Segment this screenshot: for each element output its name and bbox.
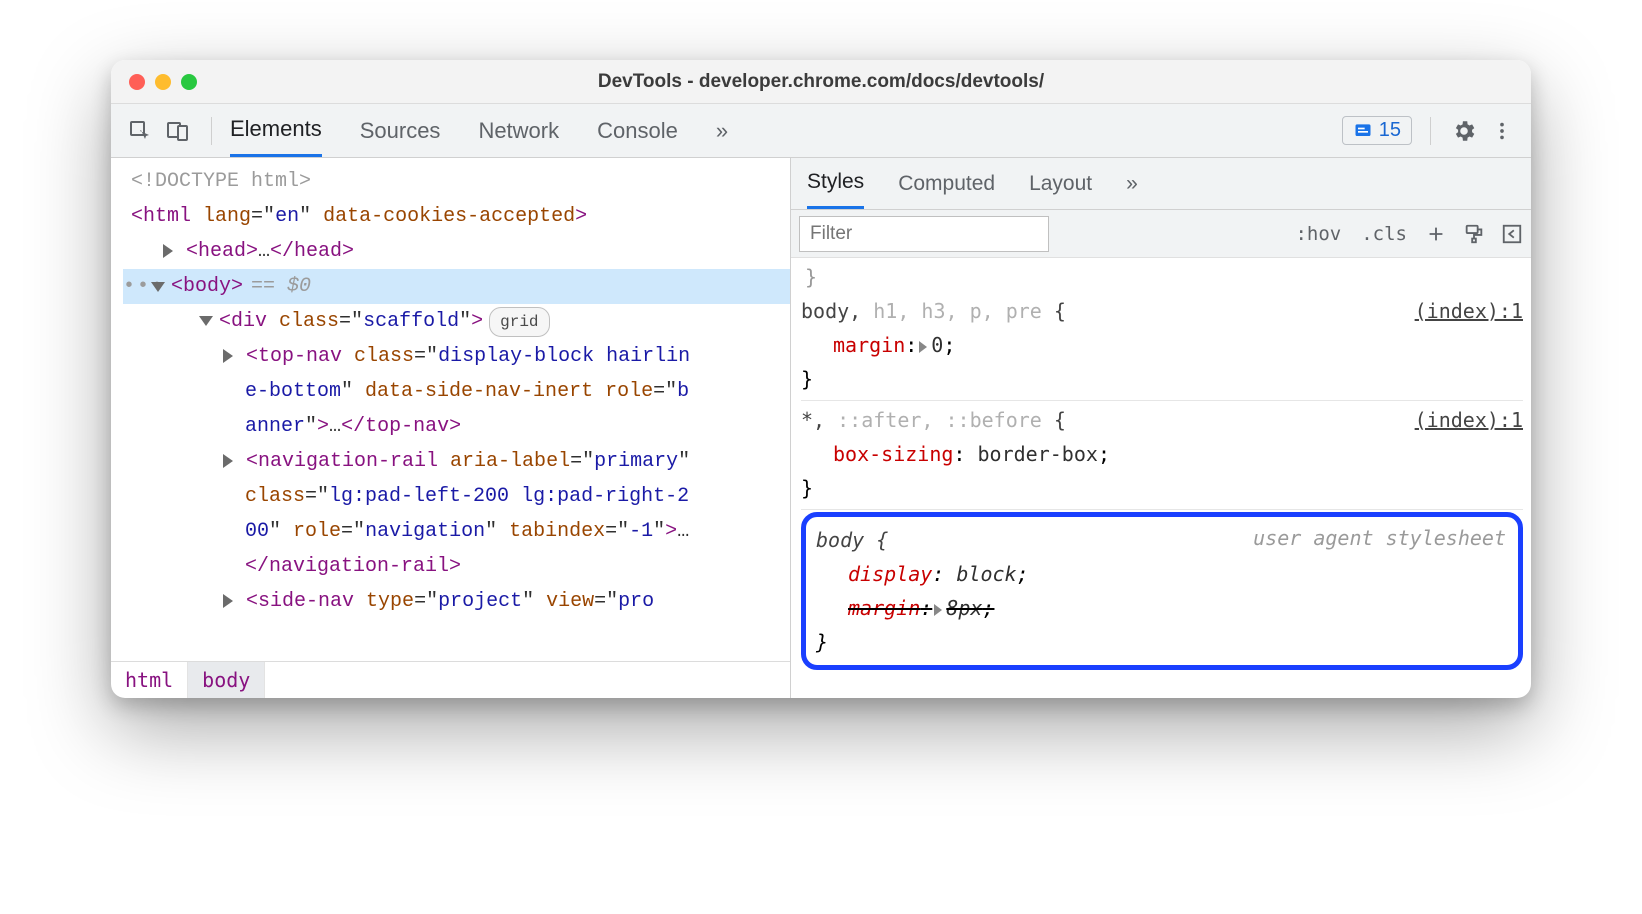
devtools-window: DevTools - developer.chrome.com/docs/dev… <box>111 60 1531 698</box>
hov-toggle[interactable]: :hov <box>1285 223 1351 245</box>
new-rule-icon[interactable] <box>1421 219 1451 249</box>
dom-sidenav[interactable]: <side-nav type="project" view="pro <box>123 584 790 619</box>
rule-source-link[interactable]: (index):1 <box>1415 403 1523 437</box>
tab-styles-more-icon[interactable]: » <box>1126 158 1138 209</box>
user-agent-rule-highlighted[interactable]: body { user agent stylesheet display: bl… <box>801 512 1523 670</box>
dom-navrail[interactable]: <navigation-rail aria-label="primary" <box>123 444 790 479</box>
dom-doctype[interactable]: <!DOCTYPE html> <box>123 164 790 199</box>
styles-rules: } body, h1, h3, p, pre { (index):1 margi… <box>791 258 1531 698</box>
panel-tabs: Elements Sources Network Console » <box>230 104 728 157</box>
crumb-body[interactable]: body <box>188 662 265 698</box>
styles-pane: Styles Computed Layout » :hov .cls } bod… <box>791 158 1531 698</box>
styles-filter-input[interactable] <box>799 216 1049 252</box>
titlebar: DevTools - developer.chrome.com/docs/dev… <box>111 60 1531 104</box>
tab-more-icon[interactable]: » <box>716 104 728 157</box>
window-title: DevTools - developer.chrome.com/docs/dev… <box>111 71 1531 93</box>
tab-elements[interactable]: Elements <box>230 104 322 157</box>
breadcrumb: html body <box>111 661 790 698</box>
tab-layout[interactable]: Layout <box>1029 158 1092 209</box>
dom-head[interactable]: <head>…</head> <box>123 234 790 269</box>
paint-icon[interactable] <box>1459 219 1489 249</box>
tab-console[interactable]: Console <box>597 104 678 157</box>
main-toolbar: Elements Sources Network Console » 15 <box>111 104 1531 158</box>
issues-count: 15 <box>1379 119 1401 142</box>
issues-badge[interactable]: 15 <box>1342 116 1412 145</box>
inspect-icon[interactable] <box>125 116 155 146</box>
tab-styles[interactable]: Styles <box>807 158 864 209</box>
tab-computed[interactable]: Computed <box>898 158 995 209</box>
tab-network[interactable]: Network <box>478 104 559 157</box>
style-rule[interactable]: *, ::after, ::before { (index):1 box-siz… <box>801 403 1523 510</box>
dom-body-selected[interactable]: •••<body>== $0 <box>123 269 790 304</box>
settings-icon[interactable] <box>1449 116 1479 146</box>
cls-toggle[interactable]: .cls <box>1351 223 1417 245</box>
elements-panel: <!DOCTYPE html> <html lang="en" data-coo… <box>111 158 791 698</box>
tab-sources[interactable]: Sources <box>360 104 441 157</box>
ua-stylesheet-label: user agent stylesheet <box>1253 521 1506 555</box>
dom-html[interactable]: <html lang="en" data-cookies-accepted> <box>123 199 790 234</box>
computed-toggle-icon[interactable] <box>1497 219 1527 249</box>
dom-topnav[interactable]: <top-nav class="display-block hairlin <box>123 339 790 374</box>
dom-tree[interactable]: <!DOCTYPE html> <html lang="en" data-coo… <box>111 158 790 661</box>
styles-filter-row: :hov .cls <box>791 210 1531 258</box>
device-toggle-icon[interactable] <box>163 116 193 146</box>
crumb-html[interactable]: html <box>111 662 188 698</box>
kebab-menu-icon[interactable] <box>1487 116 1517 146</box>
rule-source-link[interactable]: (index):1 <box>1415 294 1523 328</box>
dom-div-scaffold[interactable]: <div class="scaffold">grid <box>123 304 790 339</box>
styles-tabs: Styles Computed Layout » <box>791 158 1531 210</box>
style-rule[interactable]: body, h1, h3, p, pre { (index):1 margin:… <box>801 294 1523 401</box>
